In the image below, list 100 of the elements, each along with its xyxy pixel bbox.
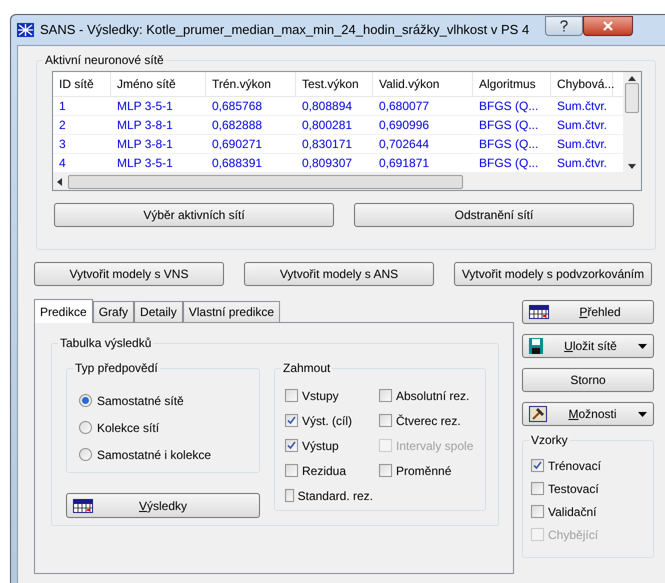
app-icon — [17, 23, 34, 37]
column-header[interactable]: Algoritmus — [473, 72, 551, 96]
column-header[interactable]: ID sítě — [53, 72, 111, 96]
radio-button[interactable] — [79, 448, 92, 461]
side-button[interactable]: Možnosti — [522, 402, 654, 426]
table-cell-text: 0,691871 — [378, 155, 430, 172]
table-cell-text: 3 — [58, 136, 67, 153]
checkmark-icon — [533, 461, 542, 470]
create-models-button[interactable]: Vytvořit modely s VNS — [34, 262, 224, 286]
radio-button[interactable] — [79, 421, 92, 434]
checkbox[interactable] — [379, 414, 392, 427]
table-cell-text: 0,685768 — [211, 98, 264, 115]
checkbox[interactable] — [531, 482, 544, 495]
table-cell-text: 4 — [58, 155, 67, 172]
radio-label: Kolekce sítí — [97, 420, 160, 436]
checkmark-icon — [287, 416, 296, 425]
vertical-scrollbar[interactable] — [623, 72, 641, 173]
table-cell-text: 0,688391 — [211, 155, 264, 172]
checkbox[interactable] — [285, 414, 298, 427]
tab[interactable]: Predikce — [34, 299, 93, 323]
checkbox[interactable] — [285, 464, 298, 477]
checkbox-label: Výst. (cíl) — [302, 412, 352, 430]
table-cell-text: 0,690271 — [211, 136, 264, 153]
radio-label: Samostatné i kolekce — [97, 446, 212, 464]
grid-icon — [73, 498, 93, 512]
checkbox-label: Testovací — [548, 480, 599, 498]
checkbox[interactable] — [285, 439, 298, 452]
column-header[interactable]: Valid.výkon — [373, 72, 473, 96]
table-cell-text: BFGS (Q... — [478, 136, 540, 153]
checkbox[interactable] — [379, 464, 392, 477]
table-cell-text: MLP 3-8-1 — [116, 136, 174, 153]
checkbox-label: Proměnné — [396, 462, 452, 480]
table-cell-text: 0,809307 — [301, 155, 354, 172]
column-header[interactable]: Jméno sítě — [111, 72, 206, 96]
side-button[interactable]: Uložit sítě — [522, 334, 654, 358]
table-cell-text: 0,682888 — [211, 117, 264, 134]
checkbox-label: Chybějící — [548, 526, 598, 544]
group-title: Typ předpovědí — [73, 360, 160, 376]
checkbox-label: Čtverec rez. — [396, 412, 461, 430]
checkmark-icon — [287, 441, 296, 450]
table-cell-text: 0,690996 — [378, 117, 430, 134]
table-cell-text: MLP 3-5-1 — [116, 155, 174, 172]
table-cell-text: BFGS (Q... — [478, 98, 540, 115]
table-cell-text: 0,702644 — [378, 136, 430, 153]
table-cell-text: BFGS (Q... — [478, 117, 540, 134]
checkbox-label: Rezidua — [302, 462, 346, 480]
checkbox-label: Trénovací — [548, 458, 601, 474]
tab[interactable]: Detaily — [134, 301, 183, 322]
close-icon — [602, 21, 614, 31]
table-cell-text: Sum.čtvr. — [556, 136, 608, 153]
results-button[interactable]: Výsledky — [66, 493, 260, 518]
checkbox-label: Vstupy — [302, 388, 339, 404]
table-cell-text: Sum.čtvr. — [556, 155, 608, 172]
checkbox-label: Absolutní rez. — [396, 388, 470, 404]
checkbox[interactable] — [285, 389, 298, 402]
horizontal-scrollbar[interactable] — [53, 173, 641, 190]
action-button[interactable]: Odstranění sítí — [354, 203, 634, 227]
tab[interactable]: Grafy — [92, 301, 134, 322]
table-cell-text: 0,800281 — [301, 117, 354, 134]
checkbox-label: Validační — [548, 504, 596, 520]
action-button[interactable]: Výběr aktivních sítí — [54, 203, 334, 227]
column-header[interactable]: Chybová... — [551, 72, 613, 96]
checkbox-label: Výstup — [302, 438, 339, 454]
side-button[interactable]: Storno — [522, 368, 654, 392]
scroll-thumb[interactable] — [68, 174, 463, 188]
checkbox[interactable] — [531, 459, 544, 472]
scroll-down-icon[interactable] — [628, 164, 636, 169]
table-cell-text: 2 — [58, 117, 67, 134]
table-cell-text: 1 — [58, 98, 67, 115]
create-models-button[interactable]: Vytvořit modely s podvzorkováním — [454, 262, 652, 286]
window-title: SANS - Výsledky: Kotle_prumer_median_max_min_24_hodin_srážky_vlhkost v PS 4 — [40, 21, 530, 40]
scroll-thumb[interactable] — [625, 82, 639, 113]
help-icon — [560, 20, 568, 32]
tab[interactable]: Vlastní predikce — [182, 301, 280, 322]
table-cell-text: 0,808894 — [301, 98, 354, 115]
radio-label: Samostatné sítě — [97, 392, 184, 410]
close-button[interactable] — [583, 16, 634, 36]
checkbox-label: Standard. rez. — [298, 488, 373, 504]
checkbox[interactable] — [285, 489, 294, 502]
table-cell-text: 0,830171 — [301, 136, 354, 153]
table-cell-text: BFGS (Q... — [478, 155, 540, 172]
create-models-button[interactable]: Vytvořit modely s ANS — [244, 262, 434, 286]
table-cell-text: 0,680077 — [378, 98, 430, 115]
checkbox-label: Intervaly spole — [396, 438, 474, 454]
grid-icon — [529, 305, 549, 319]
column-header[interactable]: Trén.výkon — [206, 72, 296, 96]
side-button[interactable]: Přehled — [522, 300, 654, 324]
caret-icon — [638, 344, 647, 348]
caret-icon — [638, 412, 647, 416]
hammer-icon — [529, 406, 547, 422]
radio-button[interactable] — [79, 394, 92, 407]
column-header[interactable]: Test.výkon — [296, 72, 373, 96]
group-title: Tabulka výsledků — [58, 335, 154, 351]
checkbox[interactable] — [379, 389, 392, 402]
group-title: Vzorky — [529, 432, 570, 448]
table-cell-text: Sum.čtvr. — [556, 98, 608, 115]
help-button[interactable] — [545, 16, 584, 36]
table-cell-text: MLP 3-8-1 — [116, 117, 174, 134]
scroll-left-icon[interactable] — [57, 178, 62, 186]
checkbox[interactable] — [531, 505, 544, 518]
